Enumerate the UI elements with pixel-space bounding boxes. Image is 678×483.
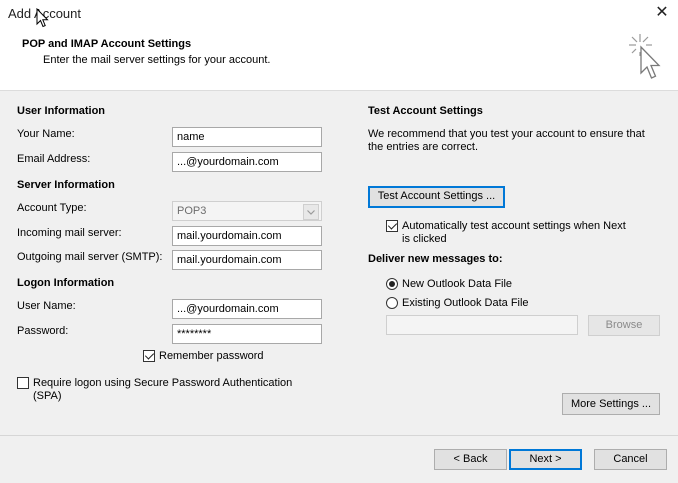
- new-data-file-label: New Outlook Data File: [402, 278, 513, 290]
- your-name-label: Your Name:: [17, 128, 75, 140]
- more-settings-button[interactable]: More Settings ...: [562, 393, 660, 415]
- remember-password-label: Remember password: [159, 350, 264, 362]
- page-title: POP and IMAP Account Settings: [22, 38, 192, 50]
- spa-checkbox[interactable]: [17, 377, 29, 389]
- mouse-cursor-icon: [36, 8, 49, 28]
- logon-info-heading: Logon Information: [17, 277, 115, 289]
- password-label: Password:: [17, 325, 69, 337]
- email-address-field[interactable]: ...@yourdomain.com: [172, 152, 322, 172]
- auto-test-label-line1: Automatically test account settings when…: [402, 220, 626, 232]
- auto-test-checkbox[interactable]: [386, 220, 398, 232]
- browse-button: Browse: [588, 315, 660, 336]
- test-description-line1: We recommend that you test your account …: [368, 128, 645, 140]
- existing-data-file-label: Existing Outlook Data File: [402, 297, 529, 309]
- back-button[interactable]: < Back: [434, 449, 507, 470]
- test-description-line2: the entries are correct.: [368, 141, 479, 153]
- password-field[interactable]: ********: [172, 324, 322, 344]
- account-type-select: POP3: [172, 201, 322, 221]
- account-type-label: Account Type:: [17, 202, 87, 214]
- incoming-server-field[interactable]: mail.yourdomain.com: [172, 226, 322, 246]
- incoming-server-label: Incoming mail server:: [17, 227, 122, 239]
- spa-label-line1: Require logon using Secure Password Auth…: [33, 377, 293, 389]
- spa-label-line2: (SPA): [33, 390, 62, 402]
- deliver-heading: Deliver new messages to:: [368, 253, 503, 265]
- email-address-label: Email Address:: [17, 153, 91, 165]
- cancel-button[interactable]: Cancel: [594, 449, 667, 470]
- next-button[interactable]: Next >: [509, 449, 582, 470]
- existing-data-file-path: [386, 315, 578, 335]
- outgoing-server-label: Outgoing mail server (SMTP):: [17, 251, 163, 263]
- auto-test-label-line2: is clicked: [402, 233, 447, 245]
- test-account-settings-button[interactable]: Test Account Settings ...: [368, 186, 505, 208]
- click-cursor-icon: [629, 34, 661, 79]
- new-data-file-radio[interactable]: [386, 278, 398, 290]
- remember-password-checkbox[interactable]: [143, 350, 155, 362]
- user-name-label: User Name:: [17, 300, 76, 312]
- test-settings-heading: Test Account Settings: [368, 105, 483, 117]
- server-info-heading: Server Information: [17, 179, 115, 191]
- user-name-field[interactable]: ...@yourdomain.com: [172, 299, 322, 319]
- outgoing-server-field[interactable]: mail.yourdomain.com: [172, 250, 322, 270]
- user-info-heading: User Information: [17, 105, 106, 117]
- chevron-down-icon: [303, 204, 319, 220]
- close-icon[interactable]: ✕: [652, 3, 672, 23]
- account-type-value: POP3: [177, 205, 207, 217]
- page-subtitle: Enter the mail server settings for your …: [43, 54, 271, 66]
- existing-data-file-radio[interactable]: [386, 297, 398, 309]
- your-name-field[interactable]: name: [172, 127, 322, 147]
